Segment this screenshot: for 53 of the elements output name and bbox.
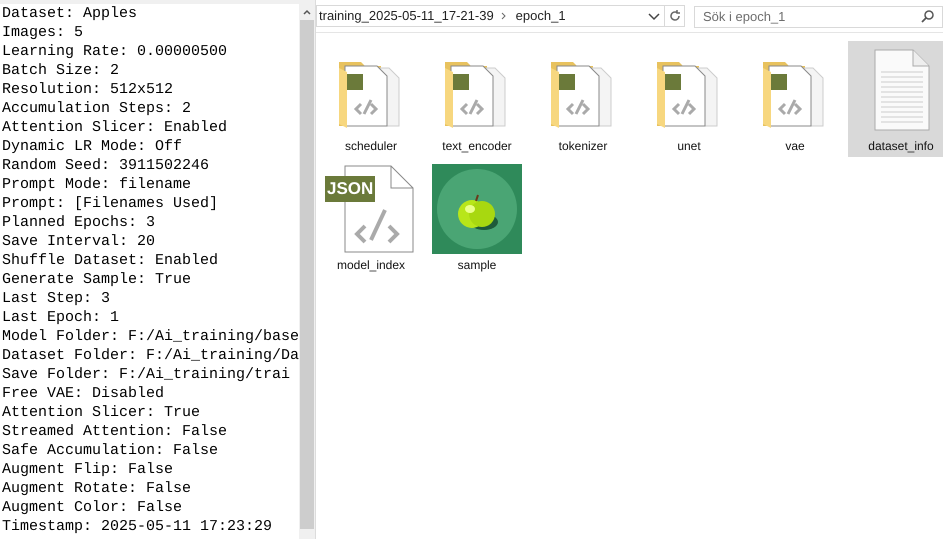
- file-name: scheduler: [344, 139, 398, 154]
- file-item[interactable]: vae: [742, 41, 848, 157]
- text-line: Augment Flip: False: [1, 460, 174, 479]
- file-item[interactable]: sample: [424, 160, 530, 276]
- file-item[interactable]: tokenizer: [530, 41, 636, 157]
- json-badge: JSON: [325, 176, 376, 202]
- text-line: Safe Accumulation: False: [1, 441, 220, 460]
- text-line: Shuffle Dataset: Enabled: [1, 251, 220, 270]
- text-line: Timestamp: 2025-05-11 17:23:29: [1, 517, 274, 536]
- text-line: Attention Slicer: Enabled: [1, 118, 228, 137]
- text-line: Accumulation Steps: 2: [1, 99, 192, 118]
- file-name: text_encoder: [442, 139, 512, 154]
- address-bar[interactable]: training_2025-05-11_17-21-39 epoch_1: [316, 5, 685, 27]
- file-name: sample: [458, 258, 496, 273]
- text-line: Learning Rate: 0.00000500: [1, 42, 228, 61]
- file-name: dataset_info: [868, 139, 934, 154]
- search-icon: [921, 9, 935, 23]
- text-line: Dataset: Apples: [1, 4, 138, 23]
- text-line: Images: 5: [1, 23, 84, 42]
- text-line: Last Step: 3: [1, 289, 112, 308]
- file-item[interactable]: scheduler: [318, 41, 424, 157]
- text-line: Model Folder: F:/Ai_training/base: [1, 327, 299, 346]
- refresh-icon: [668, 9, 682, 23]
- text-line: Dynamic LR Mode: Off: [1, 137, 184, 156]
- file-name: tokenizer: [558, 139, 608, 154]
- scrollbar[interactable]: [299, 0, 315, 539]
- text-line: Last Epoch: 1: [1, 308, 120, 327]
- breadcrumb[interactable]: training_2025-05-11_17-21-39: [317, 6, 494, 26]
- search-field[interactable]: Sök i epoch_1: [694, 6, 943, 28]
- file-item[interactable]: unet: [636, 41, 742, 157]
- text-line: Save Interval: 20: [1, 232, 156, 251]
- text-line: Random Seed: 3911502246: [1, 156, 210, 175]
- file-item[interactable]: text_encoder: [424, 41, 530, 157]
- text-line: Augment Color: False: [1, 498, 184, 517]
- text-line: Augment Rotate: False: [1, 479, 192, 498]
- file-name: model_index: [336, 258, 406, 273]
- file-name: vae: [785, 139, 805, 154]
- text-line: Streamed Attention: False: [1, 422, 228, 441]
- text-line: Prompt: [Filenames Used]: [1, 194, 220, 213]
- text-line: Prompt Mode: filename: [1, 175, 192, 194]
- breadcrumb[interactable]: epoch_1: [514, 6, 566, 26]
- file-item[interactable]: JSON model_index: [318, 160, 424, 276]
- scrollbar-thumb[interactable]: [300, 20, 314, 529]
- text-line: Resolution: 512x512: [1, 80, 174, 99]
- text-line: Attention Slicer: True: [1, 403, 202, 422]
- text-line: Save Folder: F:/Ai_training/trai: [1, 365, 292, 384]
- text-line: Free VAE: Disabled: [1, 384, 166, 403]
- text-line: Planned Epochs: 3: [1, 213, 156, 232]
- text-line: Batch Size: 2: [1, 61, 120, 80]
- text-line: Dataset Folder: F:/Ai_training/Da: [1, 346, 299, 365]
- text-line: Generate Sample: True: [1, 270, 192, 289]
- file-item[interactable]: dataset_info: [848, 41, 943, 157]
- file-name: unet: [677, 139, 701, 154]
